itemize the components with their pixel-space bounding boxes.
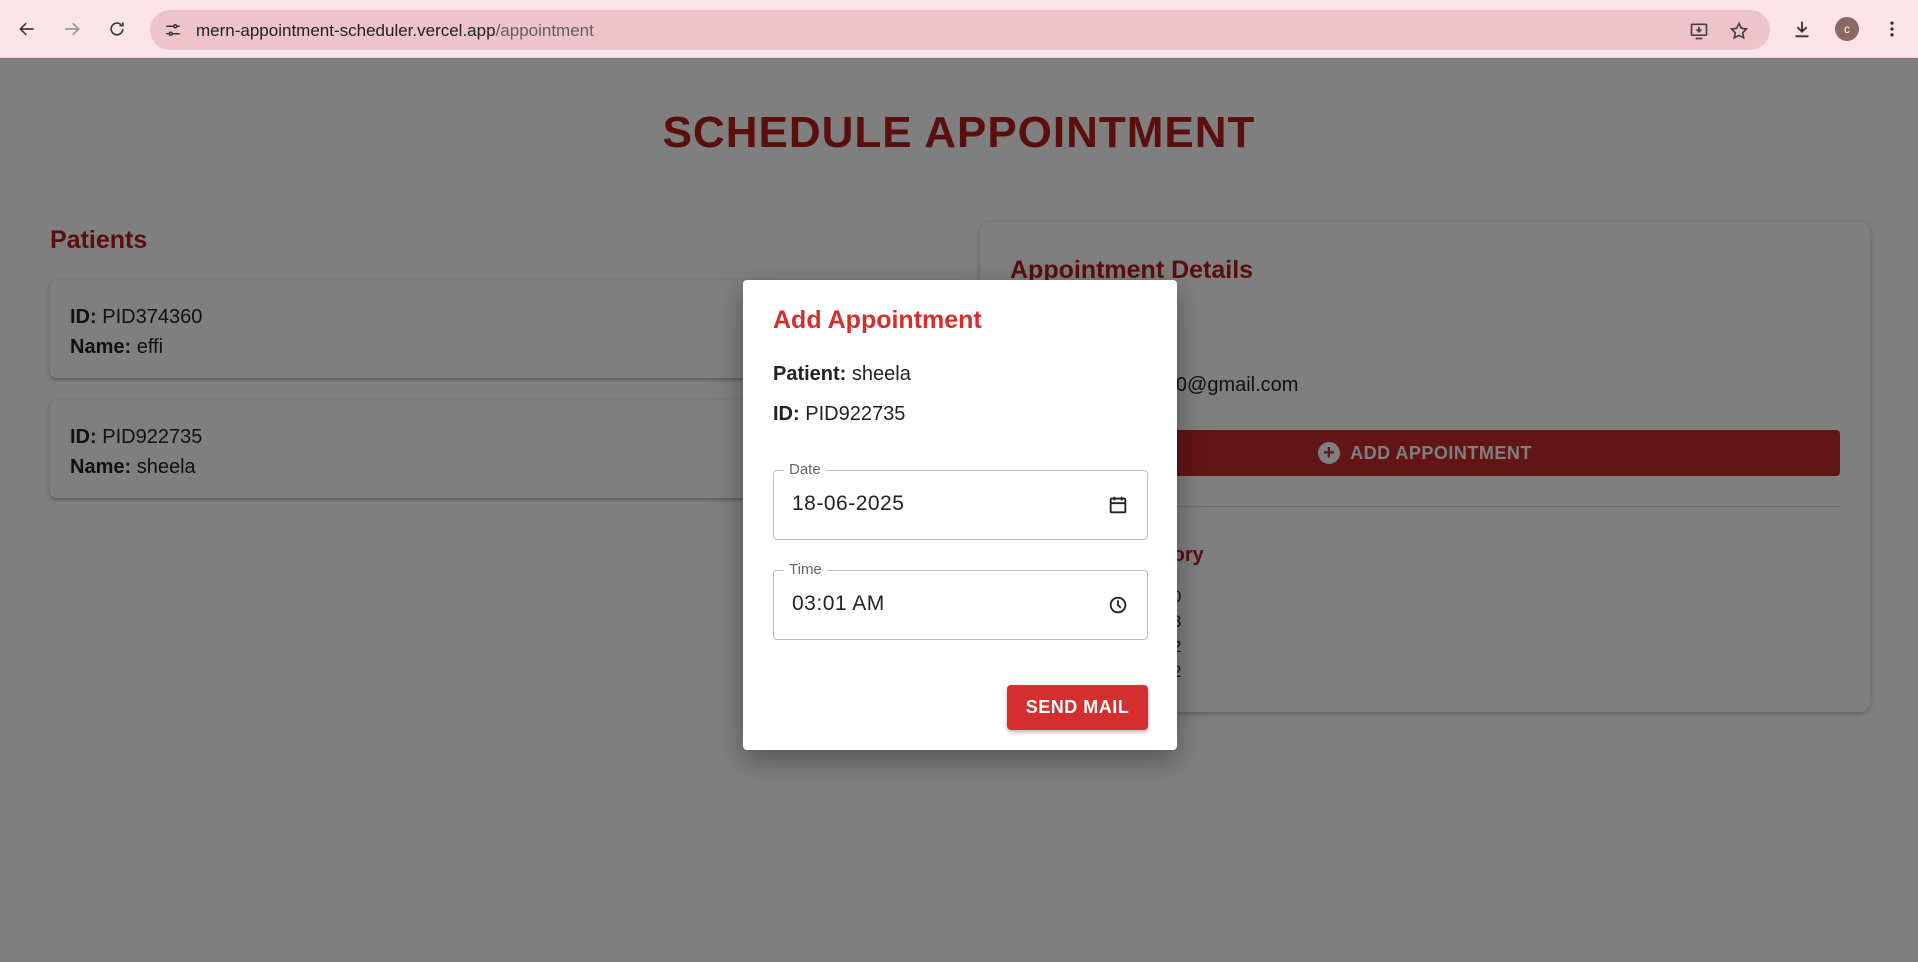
avatar: c bbox=[1835, 17, 1859, 41]
time-label: Time bbox=[784, 561, 827, 578]
dialog-title: Add Appointment bbox=[773, 306, 982, 334]
reload-icon[interactable] bbox=[100, 12, 134, 46]
address-bar[interactable]: mern-appointment-scheduler.vercel.app/ap… bbox=[150, 10, 1770, 50]
install-app-icon[interactable] bbox=[1686, 18, 1712, 44]
date-label: Date bbox=[784, 461, 826, 478]
send-mail-button[interactable]: SEND MAIL bbox=[1007, 685, 1148, 730]
add-appointment-dialog: Add Appointment Patient: sheela ID: PID9… bbox=[743, 280, 1177, 750]
time-field[interactable]: Time 03:01 AM bbox=[773, 561, 1148, 640]
url-text: mern-appointment-scheduler.vercel.app/ap… bbox=[196, 21, 594, 41]
bookmark-star-icon[interactable] bbox=[1726, 18, 1752, 44]
id-line: ID: PID922735 bbox=[773, 403, 905, 426]
patient-label: Patient: bbox=[773, 363, 847, 385]
url-path: /appointment bbox=[495, 21, 594, 40]
site-info-icon[interactable] bbox=[158, 15, 188, 45]
browser-toolbar: mern-appointment-scheduler.vercel.app/ap… bbox=[0, 0, 1918, 58]
forward-icon[interactable] bbox=[55, 12, 89, 46]
patient-line: Patient: sheela bbox=[773, 363, 911, 386]
patient-id: PID922735 bbox=[805, 403, 906, 425]
back-icon[interactable] bbox=[10, 12, 44, 46]
profile-avatar[interactable]: c bbox=[1830, 12, 1864, 46]
time-value[interactable]: 03:01 AM bbox=[792, 592, 885, 616]
date-field[interactable]: Date 18-06-2025 bbox=[773, 461, 1148, 540]
date-value[interactable]: 18-06-2025 bbox=[792, 492, 904, 516]
calendar-icon[interactable] bbox=[1107, 494, 1129, 516]
url-host: mern-appointment-scheduler.vercel.app bbox=[196, 21, 496, 40]
id-label: ID: bbox=[773, 403, 800, 425]
menu-kebab-icon[interactable] bbox=[1875, 12, 1909, 46]
patient-name: sheela bbox=[851, 363, 911, 385]
download-icon[interactable] bbox=[1785, 12, 1819, 46]
clock-icon[interactable] bbox=[1107, 594, 1129, 616]
